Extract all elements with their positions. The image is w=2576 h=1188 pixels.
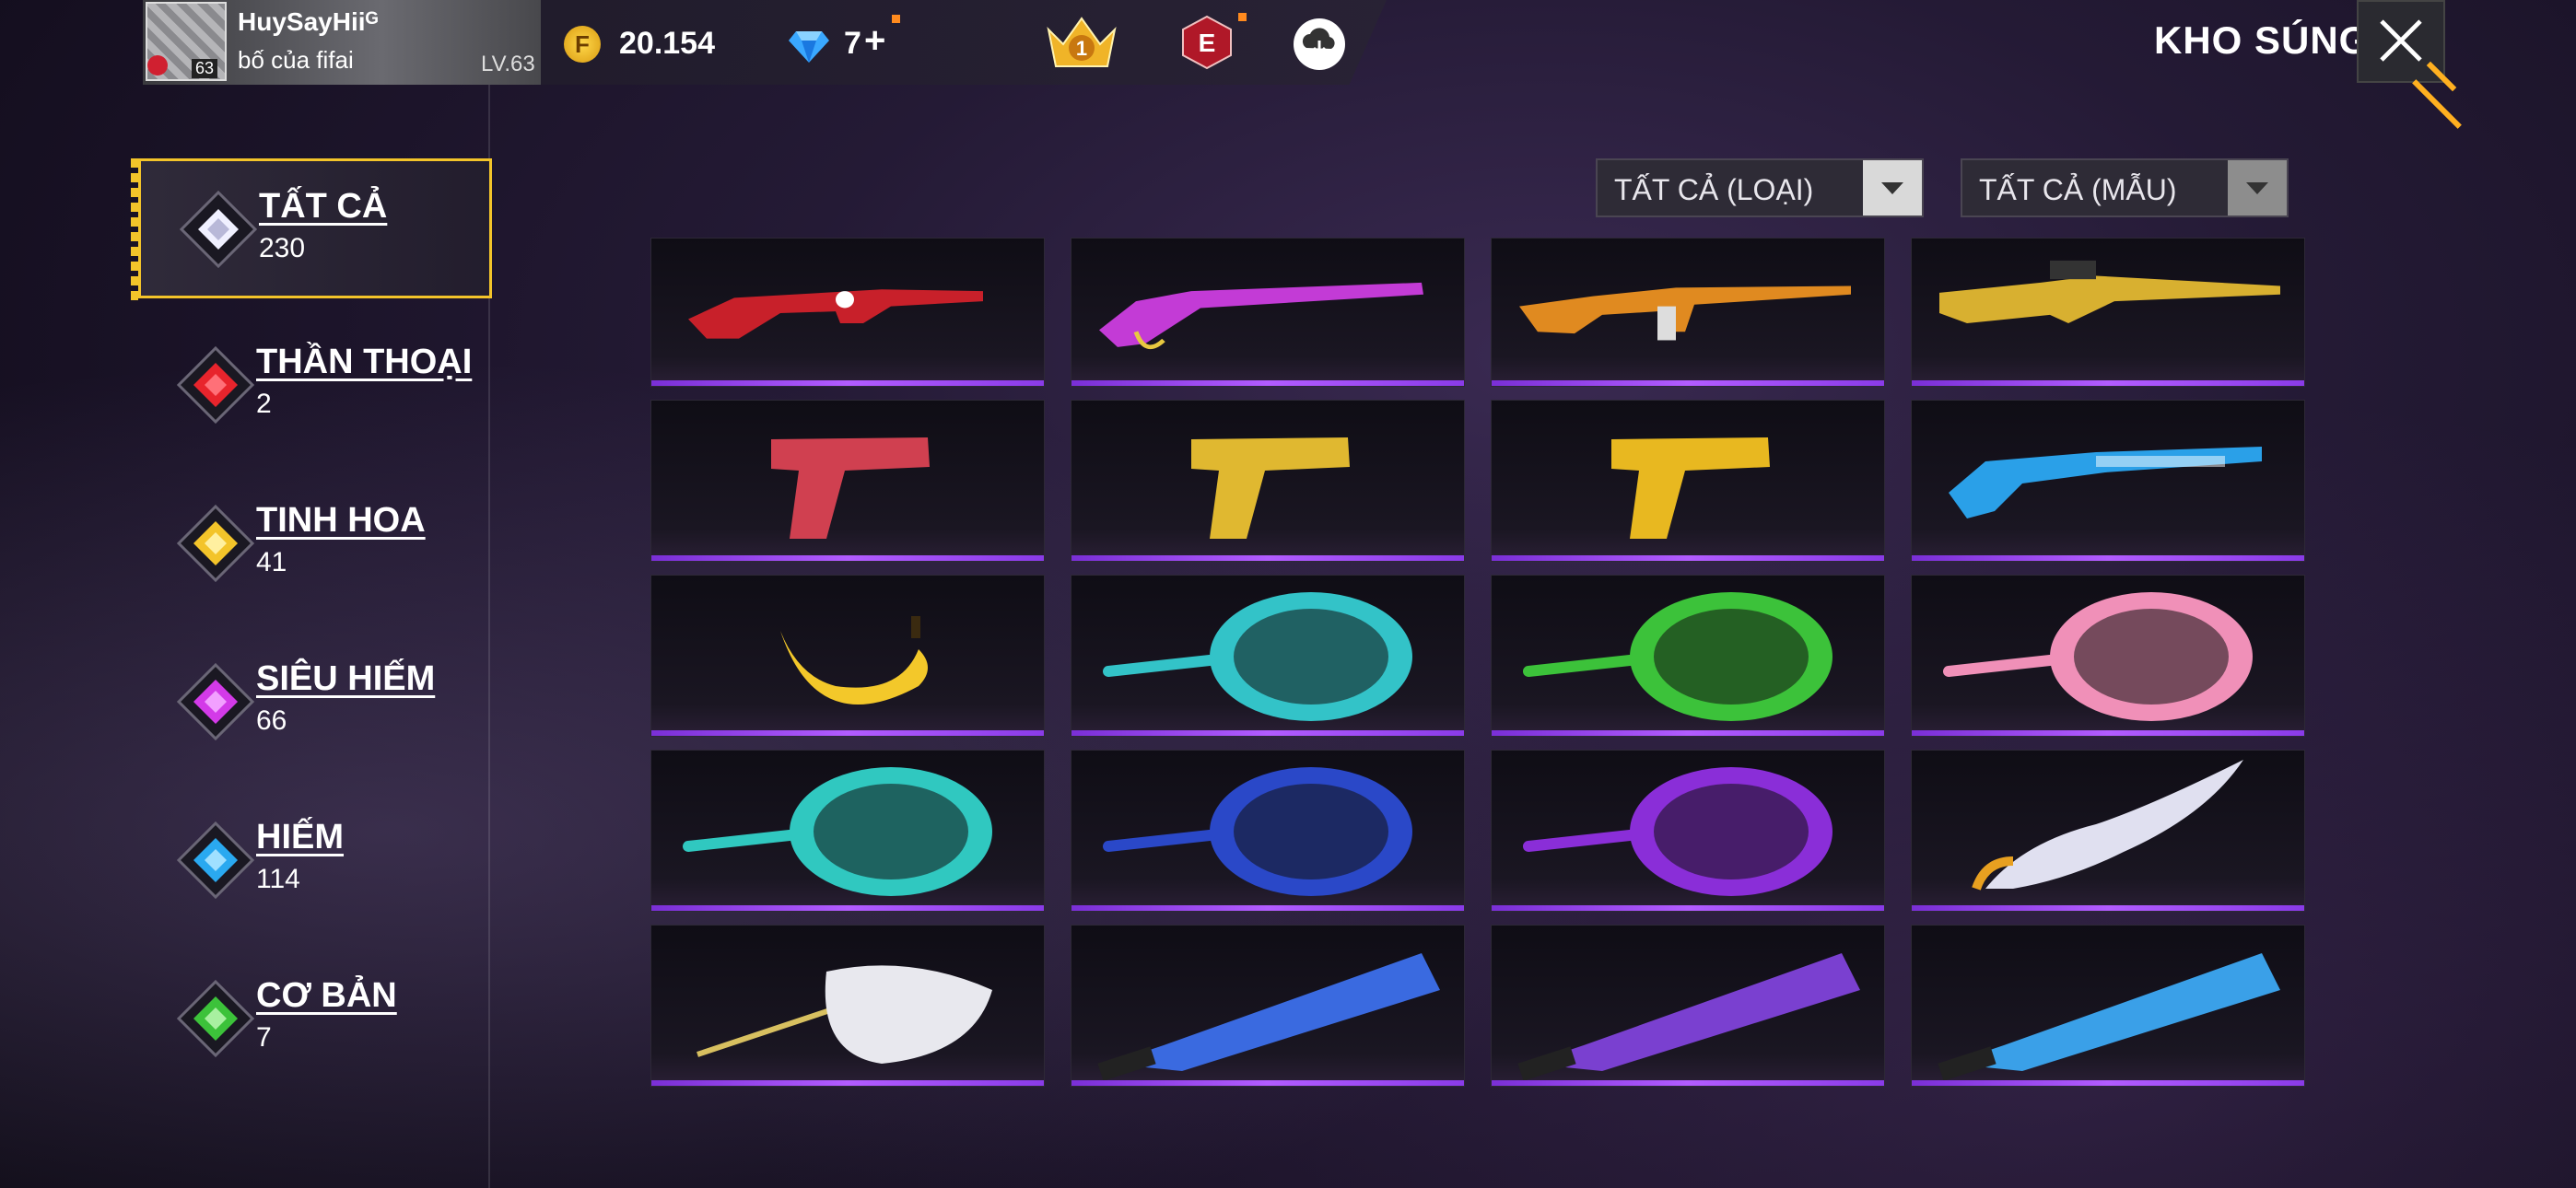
- rarity-super-rare-icon: [177, 663, 254, 740]
- pan-alien-icon: [1103, 592, 1412, 721]
- page-title: KHO SÚNG: [2154, 18, 2371, 62]
- pistol-gold-icon: [1611, 437, 1770, 539]
- category-count: 7: [256, 1022, 272, 1053]
- shotgun-purple-skin-icon: [1099, 282, 1423, 350]
- crown-rank-icon[interactable]: 1: [1045, 13, 1118, 72]
- item-card[interactable]: [650, 925, 1045, 1087]
- banana-icon: [780, 616, 928, 705]
- player-subtitle: bố của fifai: [238, 46, 354, 74]
- sword-gold-icon: [1972, 760, 2243, 891]
- item-card[interactable]: [1491, 400, 1885, 562]
- pan-blue-red-icon: [1103, 767, 1412, 896]
- player-level: LV.63: [481, 52, 535, 76]
- machete-green-icon: [1097, 953, 1440, 1081]
- category-label: TINH HOA: [256, 501, 426, 540]
- category-all[interactable]: TẤT CẢ 230: [138, 158, 492, 298]
- pan-purple-icon: [1523, 767, 1832, 896]
- rarity-basic-icon: [177, 980, 254, 1057]
- diamond-count: 7: [844, 26, 861, 61]
- machete-purple-icon: [1517, 953, 1860, 1081]
- item-card[interactable]: [1911, 400, 2305, 562]
- gold-count: 20.154: [619, 26, 715, 61]
- chevron-down-icon: [1881, 182, 1903, 194]
- heart-icon: [147, 55, 168, 76]
- chevron-down-icon: [2246, 182, 2268, 194]
- add-diamond-button[interactable]: +: [864, 20, 885, 62]
- item-card[interactable]: [1071, 750, 1465, 912]
- notification-dot: [1238, 13, 1247, 21]
- player-name: HuySayHiiᴳ: [238, 7, 379, 36]
- item-card[interactable]: [1491, 925, 1885, 1087]
- item-card[interactable]: [1911, 925, 2305, 1087]
- elite-pass-icon[interactable]: E: [1181, 15, 1233, 70]
- item-card[interactable]: [1491, 575, 1885, 737]
- item-card[interactable]: [1491, 750, 1885, 912]
- skin-filter-dropdown[interactable]: TẤT CẢ (MẪU): [1961, 158, 2289, 217]
- item-card[interactable]: [1911, 575, 2305, 737]
- diamond-icon: [789, 31, 829, 63]
- item-card[interactable]: [650, 750, 1045, 912]
- category-count: 230: [259, 233, 306, 263]
- category-label: SIÊU HIẾM: [256, 659, 436, 698]
- category-count: 66: [256, 705, 287, 736]
- category-rare[interactable]: HIẾM 114: [138, 792, 488, 930]
- item-card[interactable]: [1071, 925, 1465, 1087]
- skin-filter-label: TẤT CẢ (MẪU): [1979, 173, 2177, 206]
- item-card[interactable]: [1911, 238, 2305, 387]
- item-card[interactable]: [1071, 238, 1465, 387]
- rarity-mythic-icon: [177, 346, 254, 424]
- shotgun-blue-skin-icon: [1949, 447, 2262, 518]
- item-card[interactable]: [650, 400, 1045, 562]
- category-label: HIẾM: [256, 818, 344, 856]
- pan-snowflake-icon: [683, 767, 992, 896]
- item-card[interactable]: [650, 238, 1045, 387]
- category-label: CƠ BẢN: [256, 976, 397, 1015]
- notification-dot: [892, 15, 900, 23]
- category-label: TẤT CẢ: [259, 187, 388, 226]
- selection-indicator: [131, 158, 138, 300]
- category-essence[interactable]: TINH HOA 41: [138, 475, 488, 613]
- type-filter-label: TẤT CẢ (LOẠI): [1614, 173, 1814, 206]
- rarity-all-icon: [180, 191, 257, 268]
- gold-coin-icon: F: [564, 26, 601, 63]
- category-count: 2: [256, 389, 272, 419]
- cloud-download-icon[interactable]: [1294, 18, 1345, 70]
- rifle-tiger-skin-icon: [1519, 285, 1851, 341]
- machete-blue-icon: [1938, 953, 2280, 1081]
- rarity-essence-icon: [177, 505, 254, 582]
- lmg-gold-skin-icon: [1939, 260, 2280, 324]
- category-count: 41: [256, 547, 287, 577]
- type-filter-toggle[interactable]: [1863, 160, 1922, 215]
- item-card[interactable]: [650, 575, 1045, 737]
- category-super-rare[interactable]: SIÊU HIẾM 66: [138, 634, 488, 772]
- pan-green-icon: [1523, 592, 1832, 721]
- avatar-level: 63: [192, 59, 218, 78]
- bat-wrapped-icon: [697, 965, 992, 1064]
- item-card[interactable]: [1071, 575, 1465, 737]
- smg-red-skin-icon: [688, 289, 983, 339]
- item-card[interactable]: [1491, 238, 1885, 387]
- category-label: THẦN THOẠI: [256, 343, 473, 381]
- category-mythic[interactable]: THẦN THOẠI 2: [138, 317, 488, 455]
- crown-rank-number: 1: [1076, 37, 1087, 60]
- elite-pass-letter: E: [1199, 29, 1216, 57]
- item-card[interactable]: [1071, 400, 1465, 562]
- pan-pink-icon: [1943, 592, 2253, 721]
- skin-filter-toggle[interactable]: [2228, 160, 2287, 215]
- type-filter-dropdown[interactable]: TẤT CẢ (LOẠI): [1596, 158, 1924, 217]
- pistol-red-skin-icon: [771, 437, 930, 539]
- category-count: 114: [256, 864, 300, 894]
- rarity-rare-icon: [177, 821, 254, 899]
- category-basic[interactable]: CƠ BẢN 7: [138, 950, 488, 1089]
- item-card[interactable]: [1911, 750, 2305, 912]
- desert-eagle-gold-icon: [1191, 437, 1350, 539]
